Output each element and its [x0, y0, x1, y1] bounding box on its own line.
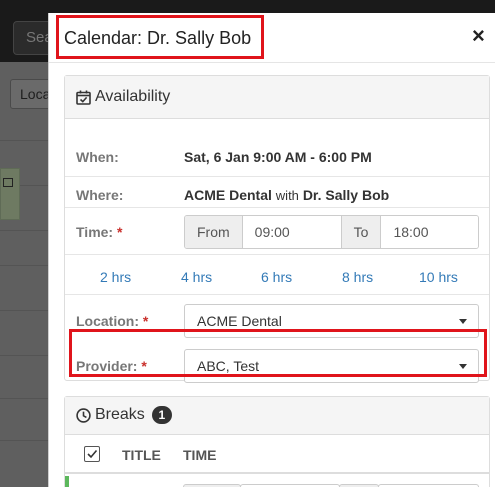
- row-divider: [65, 176, 489, 177]
- where-provider: Dr. Sally Bob: [302, 187, 390, 203]
- calendar-check-icon: [76, 90, 91, 105]
- modal-header: Calendar: Dr. Sally Bob ×: [49, 13, 495, 63]
- break-row[interactable]: [65, 476, 489, 487]
- time-label: Time: *: [76, 224, 122, 240]
- duration-6hrs-link[interactable]: 6 hrs: [261, 269, 292, 285]
- when-label: When:: [76, 149, 119, 165]
- time-range-input: From 09:00 To 18:00: [184, 215, 479, 249]
- breaks-panel: Breaks 1 TITLE TIME: [64, 396, 490, 487]
- breaks-heading: Breaks 1: [65, 397, 489, 435]
- location-label: Location: *: [76, 313, 148, 329]
- breaks-count-badge: 1: [151, 406, 172, 424]
- where-label: Where:: [76, 187, 124, 203]
- duration-4hrs-link[interactable]: 4 hrs: [181, 269, 212, 285]
- checkmark-icon: [87, 449, 98, 459]
- calendar-event[interactable]: [0, 168, 20, 220]
- where-value: ACME Dental with Dr. Sally Bob: [184, 187, 389, 203]
- where-with: with: [275, 188, 299, 203]
- to-time-field[interactable]: 18:00: [381, 216, 478, 248]
- required-marker: *: [116, 224, 123, 240]
- required-marker: *: [142, 313, 149, 329]
- row-divider: [65, 294, 489, 295]
- row-divider: [65, 207, 489, 208]
- when-value: Sat, 6 Jan 9:00 AM - 6:00 PM: [184, 149, 372, 165]
- availability-heading-label: Availability: [95, 88, 171, 105]
- calendar-modal: Calendar: Dr. Sally Bob × Availability W…: [48, 13, 495, 487]
- breaks-title: Breaks 1: [76, 406, 172, 424]
- from-addon: From: [185, 216, 243, 248]
- close-icon[interactable]: ×: [472, 25, 485, 47]
- caret-down-icon: [459, 319, 467, 324]
- column-title-header[interactable]: TITLE: [122, 447, 161, 463]
- select-all-checkbox[interactable]: [84, 446, 100, 462]
- breaks-heading-label: Breaks: [95, 406, 145, 423]
- duration-8hrs-link[interactable]: 8 hrs: [342, 269, 373, 285]
- to-addon: To: [340, 216, 382, 248]
- duration-10hrs-link[interactable]: 10 hrs: [419, 269, 458, 285]
- where-location: ACME Dental: [184, 187, 272, 203]
- copy-icon: [3, 178, 13, 187]
- availability-heading: Availability: [65, 76, 489, 119]
- from-time-field[interactable]: 09:00: [242, 216, 341, 248]
- breaks-table-header: TITLE TIME: [65, 435, 489, 474]
- row-status-marker: [65, 476, 69, 487]
- time-label-text: Time:: [76, 224, 114, 240]
- location-select-value: ACME Dental: [197, 313, 282, 329]
- clock-icon: [76, 407, 91, 423]
- duration-2hrs-link[interactable]: 2 hrs: [100, 269, 131, 285]
- row-divider: [65, 254, 489, 255]
- location-label-text: Location:: [76, 313, 139, 329]
- availability-title: Availability: [76, 88, 170, 106]
- title-highlight-box: [56, 15, 264, 59]
- column-time-header[interactable]: TIME: [183, 447, 216, 463]
- provider-highlight-box: [69, 329, 487, 377]
